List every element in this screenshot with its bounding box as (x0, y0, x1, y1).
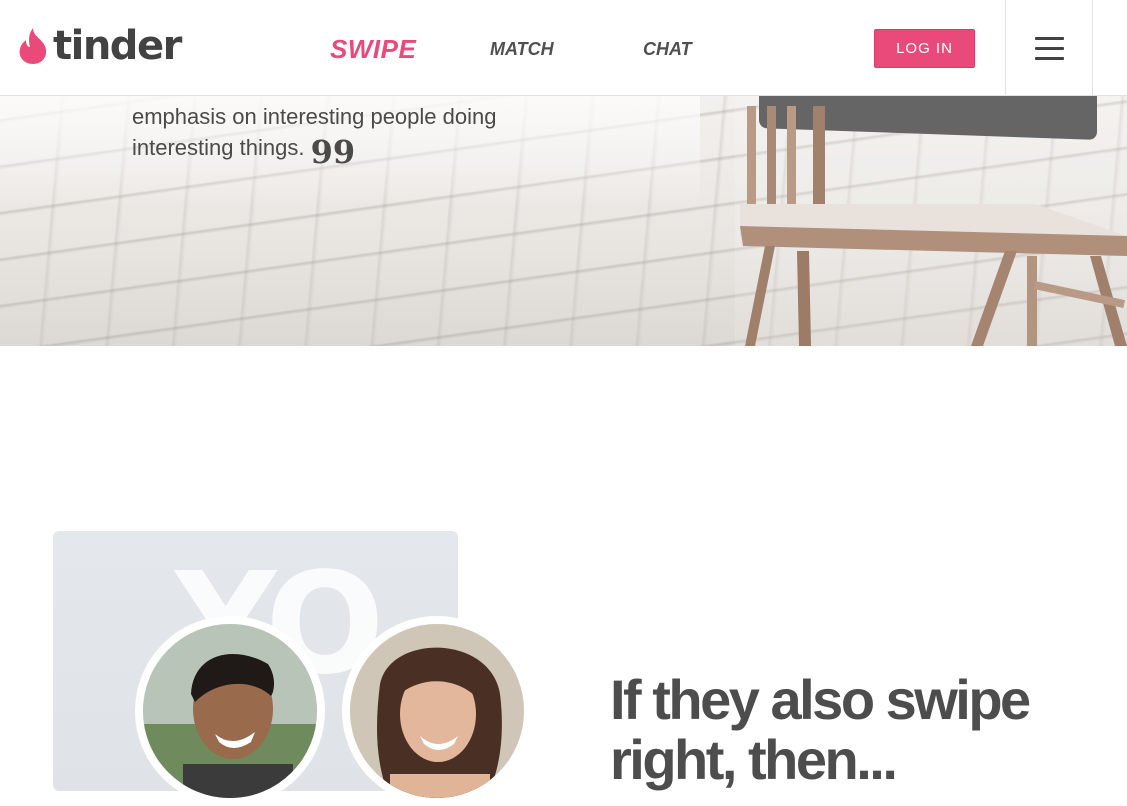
close-quote-icon: 99 (310, 133, 356, 171)
hero-banner: emphasis on interesting people doing int… (0, 96, 1127, 346)
menu-button[interactable] (1005, 0, 1093, 96)
flame-icon (19, 28, 47, 64)
nav-swipe[interactable]: SWIPE (330, 34, 416, 65)
section-headline: If they also swipe right, then... (610, 668, 1031, 791)
login-button[interactable]: LOG IN (874, 29, 975, 68)
nav-chat[interactable]: CHAT (643, 39, 692, 60)
nav-match[interactable]: MATCH (490, 39, 554, 60)
top-header: tinder SWIPE MATCH CHAT LOG IN (0, 0, 1127, 96)
avatar-man (135, 616, 325, 806)
avatar-woman (342, 616, 532, 806)
tinder-logo[interactable]: tinder (17, 23, 182, 69)
wooden-chair-image (735, 96, 1127, 346)
hamburger-menu-icon (1034, 36, 1064, 60)
logo-wordmark: tinder (53, 23, 182, 69)
testimonial-quote: emphasis on interesting people doing int… (132, 101, 552, 168)
